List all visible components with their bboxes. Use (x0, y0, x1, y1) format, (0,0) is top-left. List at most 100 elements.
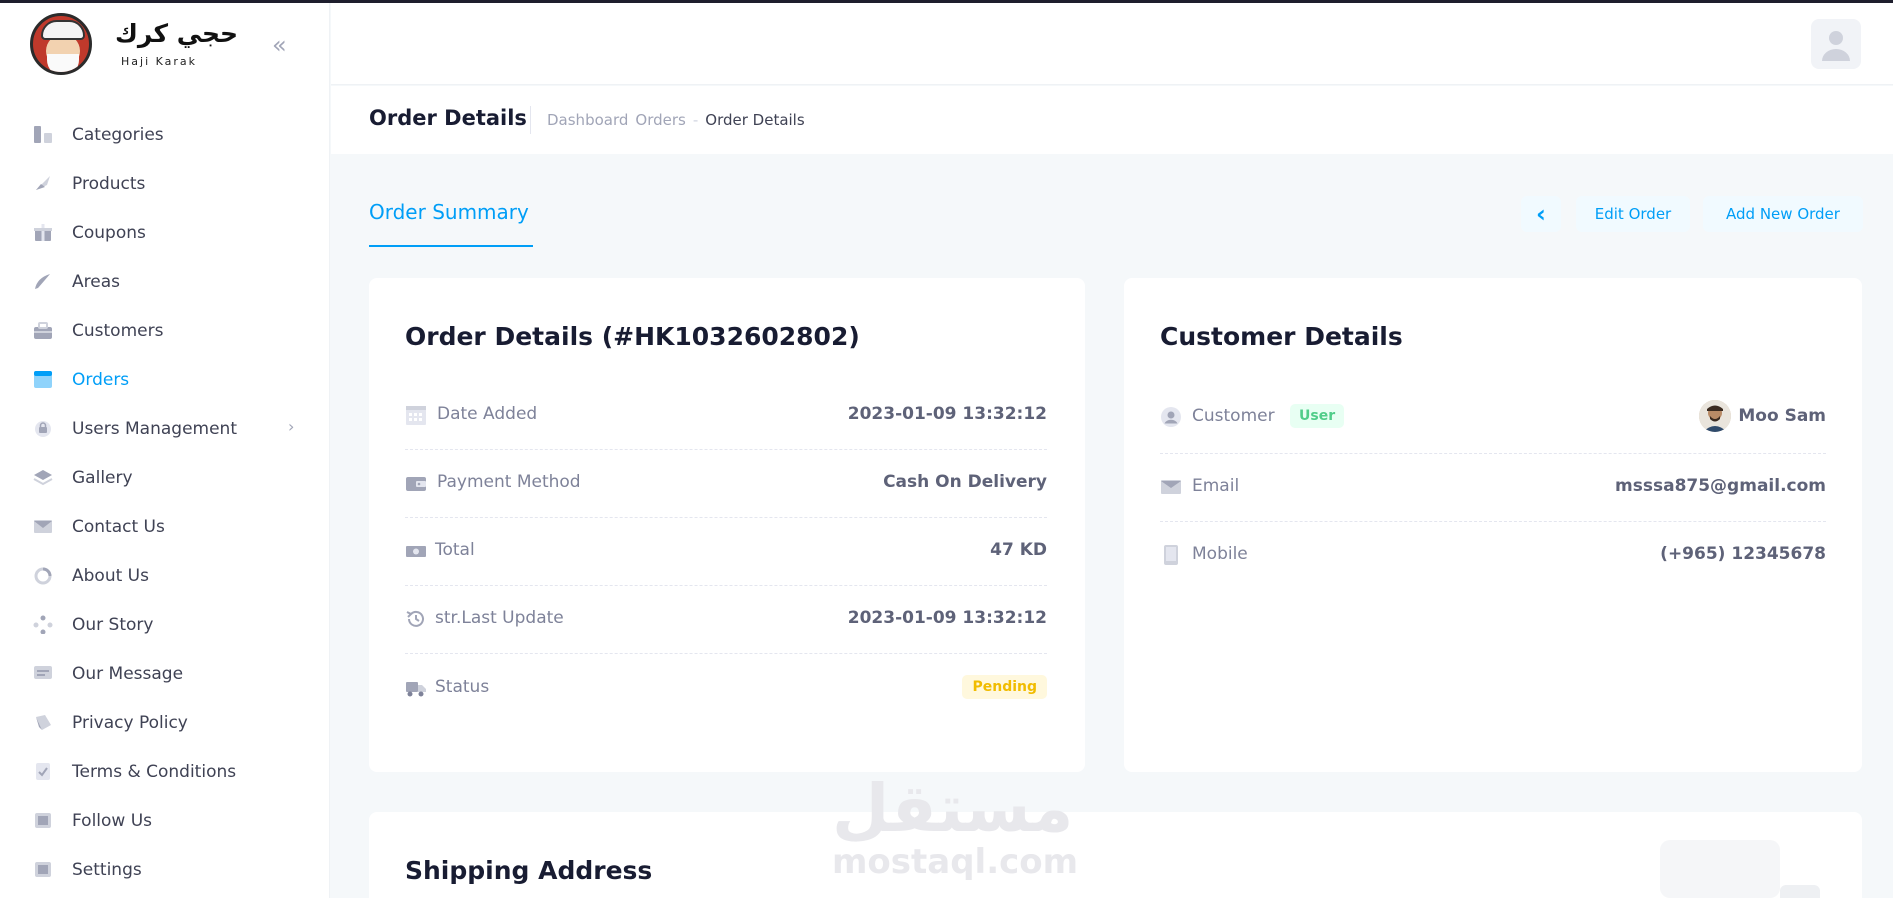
wallet-icon (405, 472, 427, 494)
pen-icon (32, 272, 53, 291)
email-value[interactable]: msssa875@gmail.com (1615, 476, 1826, 496)
sidebar-item-coupons[interactable]: Coupons (0, 208, 330, 257)
sidebar-item-products[interactable]: Products (0, 159, 330, 208)
brand-logo (30, 13, 92, 75)
sidebar-item-our-message[interactable]: Our Message (0, 649, 330, 698)
rocket-icon (32, 174, 53, 193)
breadcrumb-current: Order Details (705, 111, 805, 129)
sidebar-item-label: Contact Us (72, 516, 165, 537)
sidebar-item-privacy-policy[interactable]: Privacy Policy (0, 698, 330, 747)
status-label: Status (435, 677, 490, 697)
sidebar-item-terms-conditions[interactable]: Terms & Conditions (0, 747, 330, 796)
sidebar-item-label: Orders (72, 369, 130, 390)
user-circle-icon (1160, 406, 1182, 428)
settings-icon (32, 860, 53, 879)
sidebar-item-label: Privacy Policy (72, 712, 188, 733)
top-header (331, 3, 1893, 85)
brand-name-arabic: حجي كرك (115, 19, 239, 48)
sidebar-collapse-icon[interactable]: « (272, 31, 287, 59)
add-new-order-button[interactable]: Add New Order (1703, 196, 1863, 232)
layers-icon (32, 468, 53, 487)
sidebar-item-areas[interactable]: Areas (0, 257, 330, 306)
order-row-date-added: Date Added 2023-01-09 13:32:12 (405, 382, 1047, 450)
gift-icon (32, 223, 53, 242)
customer-name[interactable]: Moo Sam (1738, 406, 1826, 426)
sidebar-item-label: Terms & Conditions (72, 761, 237, 782)
watermark-arabic: مستقل (832, 770, 1074, 847)
sidebar-item-contact-us[interactable]: Contact Us (0, 502, 330, 551)
sidebar-item-gallery[interactable]: Gallery (0, 453, 330, 502)
share-icon (32, 811, 53, 830)
order-row-payment-method: Payment Method Cash On Delivery (405, 450, 1047, 518)
sidebar-item-orders[interactable]: Orders (0, 355, 330, 404)
shield-icon (32, 713, 53, 732)
total-label: Total (435, 540, 475, 560)
briefcase-icon (32, 321, 53, 340)
order-row-status: Status Pending (405, 655, 1047, 723)
sidebar-item-users-management[interactable]: Users Management › (0, 404, 330, 453)
breadcrumb-separator: - (692, 111, 699, 129)
sidebar-item-label: Coupons (72, 222, 146, 243)
categories-icon (32, 125, 53, 144)
edit-order-button[interactable]: Edit Order (1576, 196, 1690, 232)
diamond-dots-icon (32, 615, 53, 634)
calendar-icon (405, 404, 427, 426)
sidebar-item-settings[interactable]: Settings (0, 845, 330, 894)
breadcrumb-orders[interactable]: Orders (635, 111, 685, 129)
payment-method-value: Cash On Delivery (883, 472, 1047, 492)
sidebar-item-label: Products (72, 173, 146, 194)
customer-avatar (1699, 400, 1731, 432)
back-button[interactable]: ‹ (1521, 196, 1561, 232)
customer-details-title: Customer Details (1160, 322, 1403, 351)
sidebar-item-label: Customers (72, 320, 164, 341)
sidebar-item-label: Users Management (72, 418, 237, 439)
tab-active-indicator (369, 245, 533, 247)
customer-row-mobile: Mobile (+965) 12345678 (1160, 522, 1826, 590)
sidebar-item-label: Categories (72, 124, 164, 145)
sidebar-menu: Categories Products Coupons Areas Custom… (0, 110, 330, 894)
sidebar-item-our-story[interactable]: Our Story (0, 600, 330, 649)
check-doc-icon (32, 762, 53, 781)
chevron-right-icon: › (288, 417, 295, 436)
pie-chart-icon (32, 566, 53, 585)
sidebar-item-about-us[interactable]: About Us (0, 551, 330, 600)
user-avatar[interactable] (1811, 19, 1861, 69)
page-toolbar: Order Details Dashboard Orders - Order D… (331, 86, 1893, 154)
shipping-address-card: Shipping Address (369, 812, 1862, 898)
history-icon (405, 608, 427, 630)
brand-name-english: Haji Karak (121, 55, 198, 68)
sidebar-item-follow-us[interactable]: Follow Us (0, 796, 330, 845)
order-details-card: Order Details (#HK1032602802) Date Added… (369, 278, 1085, 772)
sidebar-item-label: Settings (72, 859, 142, 880)
date-added-value: 2023-01-09 13:32:12 (847, 404, 1047, 424)
top-border (0, 0, 1893, 3)
sidebar-item-label: About Us (72, 565, 149, 586)
order-row-last-update: str.Last Update 2023-01-09 13:32:12 (405, 586, 1047, 654)
date-added-label: Date Added (437, 404, 538, 424)
breadcrumb: Dashboard Orders - Order Details (547, 111, 805, 129)
truck-icon (405, 677, 427, 699)
breadcrumb-dashboard[interactable]: Dashboard (547, 111, 628, 129)
sidebar: حجي كرك Haji Karak « Categories Products… (0, 3, 330, 898)
mobile-label: Mobile (1192, 544, 1248, 564)
window-icon (32, 370, 53, 389)
message-icon (32, 664, 53, 683)
customer-row-email: Email msssa875@gmail.com (1160, 454, 1826, 522)
order-row-total: Total 47 KD (405, 518, 1047, 586)
email-label: Email (1192, 476, 1240, 496)
page-title: Order Details (369, 106, 527, 130)
tab-order-summary[interactable]: Order Summary (369, 200, 529, 224)
sidebar-item-label: Gallery (72, 467, 133, 488)
payment-method-label: Payment Method (437, 472, 581, 492)
customer-row-customer: Customer User Moo Sam (1160, 384, 1826, 454)
sidebar-item-label: Areas (72, 271, 120, 292)
mobile-value[interactable]: (+965) 12345678 (1660, 544, 1826, 564)
brand[interactable]: حجي كرك Haji Karak (30, 13, 310, 83)
sidebar-item-categories[interactable]: Categories (0, 110, 330, 159)
money-icon (405, 540, 427, 562)
last-update-label: str.Last Update (435, 608, 564, 628)
customer-details-card: Customer Details Customer User Moo Sam E… (1124, 278, 1862, 772)
user-badge: User (1290, 404, 1345, 428)
sidebar-item-label: Follow Us (72, 810, 153, 831)
sidebar-item-customers[interactable]: Customers (0, 306, 330, 355)
